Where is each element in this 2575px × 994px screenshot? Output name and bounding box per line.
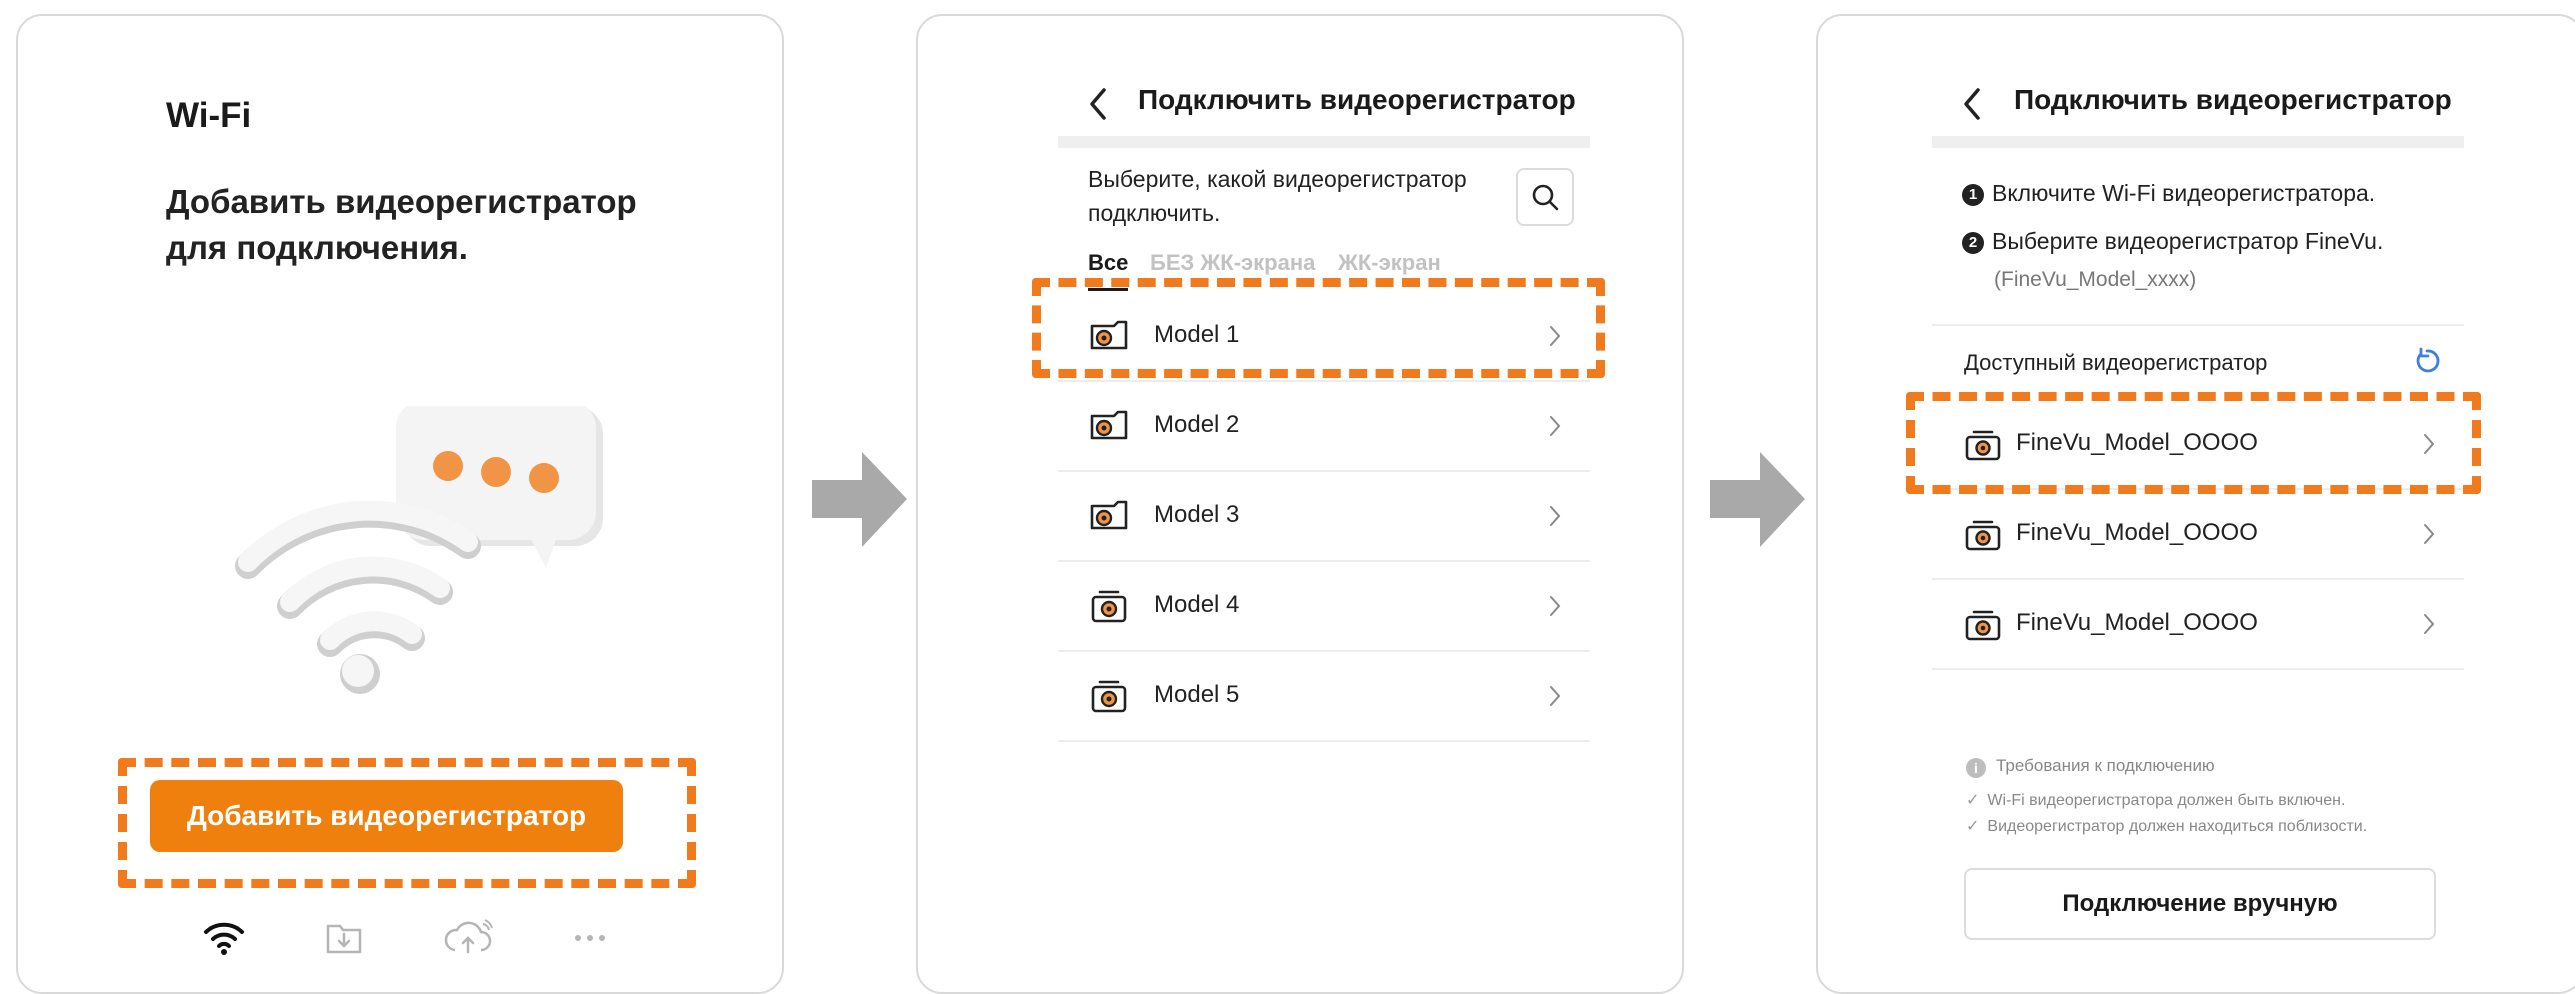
back-arrow-icon[interactable] bbox=[1086, 86, 1110, 122]
header-divider bbox=[1932, 136, 2464, 148]
dashcam-icon bbox=[1091, 680, 1127, 713]
download-folder-icon[interactable] bbox=[318, 912, 370, 964]
dashcam-icon bbox=[1965, 520, 2001, 551]
page-title: Подключить видеорегистратор bbox=[1138, 84, 1576, 115]
refresh-icon[interactable] bbox=[2412, 346, 2442, 376]
info-icon: i bbox=[1966, 758, 1986, 778]
requirement-item: ✓ Видеорегистратор должен находиться побл… bbox=[1966, 816, 2367, 836]
model-label: Model 4 bbox=[1154, 591, 1240, 618]
list-item[interactable]: Model 2 bbox=[1058, 382, 1590, 472]
add-dashcam-heading: Добавить видеорегистратор для подключени… bbox=[166, 179, 637, 271]
requirement-item: ✓ Wi-Fi видеорегистратора должен быть вкл… bbox=[1966, 790, 2345, 810]
manual-connect-button[interactable]: Подключение вручную bbox=[1964, 868, 2436, 940]
wifi-icon[interactable] bbox=[198, 912, 250, 964]
search-button[interactable] bbox=[1516, 168, 1574, 226]
list-item[interactable]: FineVu_Model_OOOO bbox=[1932, 580, 2464, 670]
bottom-nav bbox=[198, 912, 638, 964]
header-divider bbox=[1058, 136, 1590, 148]
model-label: Model 2 bbox=[1154, 411, 1240, 438]
chevron-right-icon bbox=[1550, 596, 1561, 616]
step-1-text: Включите Wi-Fi видеорегистратора. bbox=[1992, 180, 2376, 206]
highlight-device-1 bbox=[1906, 392, 2481, 494]
page-title: Подключить видеорегистратор bbox=[2014, 84, 2452, 115]
search-icon bbox=[1532, 184, 1559, 211]
section-divider bbox=[1932, 324, 2464, 326]
list-item[interactable]: FineVu_Model_OOOO bbox=[1932, 490, 2464, 580]
step-1: 1 Включите Wi-Fi видеорегистратора. bbox=[1962, 180, 2375, 207]
requirements-title: i Требования к подключению bbox=[1966, 756, 2215, 778]
model-label: Model 5 bbox=[1154, 681, 1240, 708]
chevron-right-icon bbox=[1550, 686, 1561, 706]
wifi-chat-illustration bbox=[235, 406, 603, 694]
model-label: Model 3 bbox=[1154, 501, 1240, 528]
more-icon[interactable] bbox=[564, 912, 616, 964]
chevron-right-icon bbox=[1550, 416, 1561, 436]
tab-all[interactable]: Все bbox=[1088, 250, 1129, 291]
device-label: FineVu_Model_OOOO bbox=[2016, 609, 2258, 636]
step-2-text: Выберите видеорегистратор FineVu. bbox=[1992, 228, 2384, 254]
step-number: 1 bbox=[1962, 184, 1984, 206]
highlight-model-1 bbox=[1032, 278, 1605, 378]
tab-lcd[interactable]: ЖК-экран bbox=[1338, 250, 1441, 276]
available-dashcam-label: Доступный видеорегистратор bbox=[1964, 350, 2268, 375]
check-icon: ✓ bbox=[1966, 792, 1980, 809]
cloud-upload-icon[interactable] bbox=[442, 912, 494, 964]
step-2-hint: (FineVu_Model_xxxx) bbox=[1994, 268, 2197, 291]
check-icon: ✓ bbox=[1966, 818, 1980, 835]
requirement-text: Видеорегистратор должен находиться побли… bbox=[1987, 818, 2368, 835]
device-label: FineVu_Model_OOOO bbox=[2016, 519, 2258, 546]
flow-arrow-icon bbox=[1710, 452, 1805, 547]
flow-arrow-icon bbox=[812, 452, 907, 547]
highlight-add-button bbox=[118, 758, 696, 888]
page-title: Wi-Fi bbox=[166, 96, 252, 135]
dashcam-lcd-icon bbox=[1090, 410, 1128, 440]
dashcam-icon bbox=[1091, 590, 1127, 623]
chevron-right-icon bbox=[2424, 524, 2435, 544]
requirements-title-text: Требования к подключению bbox=[1996, 756, 2215, 775]
dashcam-icon bbox=[1965, 610, 2001, 641]
heading-line-1: Добавить видеорегистратор bbox=[166, 183, 637, 220]
heading-line-2: для подключения. bbox=[166, 229, 468, 266]
chevron-right-icon bbox=[1550, 506, 1561, 526]
step-2: 2 Выберите видеорегистратор FineVu. bbox=[1962, 228, 2383, 255]
list-item[interactable]: Model 5 bbox=[1058, 652, 1590, 742]
dashcam-lcd-icon bbox=[1090, 500, 1128, 530]
chevron-right-icon bbox=[2424, 614, 2435, 634]
list-item[interactable]: Model 3 bbox=[1058, 472, 1590, 562]
list-item[interactable]: Model 4 bbox=[1058, 562, 1590, 652]
requirement-text: Wi-Fi видеорегистратора должен быть вклю… bbox=[1987, 792, 2346, 809]
step-number: 2 bbox=[1962, 232, 1984, 254]
select-instruction: Выберите, какой видеорегистратор подключ… bbox=[1088, 166, 1467, 226]
tab-no-lcd[interactable]: БЕЗ ЖК-экрана bbox=[1150, 250, 1315, 276]
back-arrow-icon[interactable] bbox=[1960, 86, 1984, 122]
